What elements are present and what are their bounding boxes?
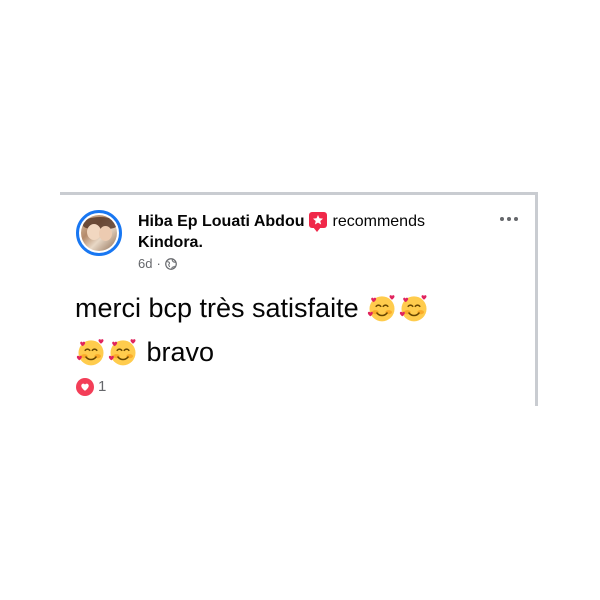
timestamp[interactable]: 6d	[138, 256, 152, 271]
love-reaction-icon	[76, 378, 94, 396]
recommends-text: recommends	[332, 213, 425, 230]
right-divider	[535, 192, 538, 406]
recommend-star-icon	[308, 212, 327, 232]
author-name[interactable]: Hiba Ep Louati Abdou	[138, 213, 305, 230]
post-header: Hiba Ep Louati Abdou recommends	[138, 212, 425, 232]
meta-separator: ·	[156, 256, 161, 271]
top-divider	[60, 192, 538, 195]
post-text-main: merci bcp très satisfaite	[75, 293, 359, 323]
smiling-face-with-hearts-emoji	[367, 295, 395, 322]
page-name[interactable]: Kindora.	[138, 233, 203, 253]
smiling-face-with-hearts-emoji	[76, 339, 104, 366]
post-card: Hiba Ep Louati Abdou recommends Kindora. …	[60, 192, 538, 406]
smiling-face-with-hearts-emoji	[108, 339, 136, 366]
smiling-face-with-hearts-emoji	[399, 295, 427, 322]
post-text: merci bcp très satisfaite bravo	[75, 286, 525, 374]
reaction-count: 1	[98, 378, 107, 395]
reaction-summary[interactable]: 1	[76, 378, 106, 396]
profile-photo	[81, 215, 117, 251]
post-meta: 6d ·	[138, 256, 177, 274]
avatar[interactable]	[76, 210, 122, 256]
globe-icon	[164, 258, 177, 274]
more-options-icon[interactable]	[498, 214, 520, 224]
post-text-end: bravo	[146, 337, 215, 367]
